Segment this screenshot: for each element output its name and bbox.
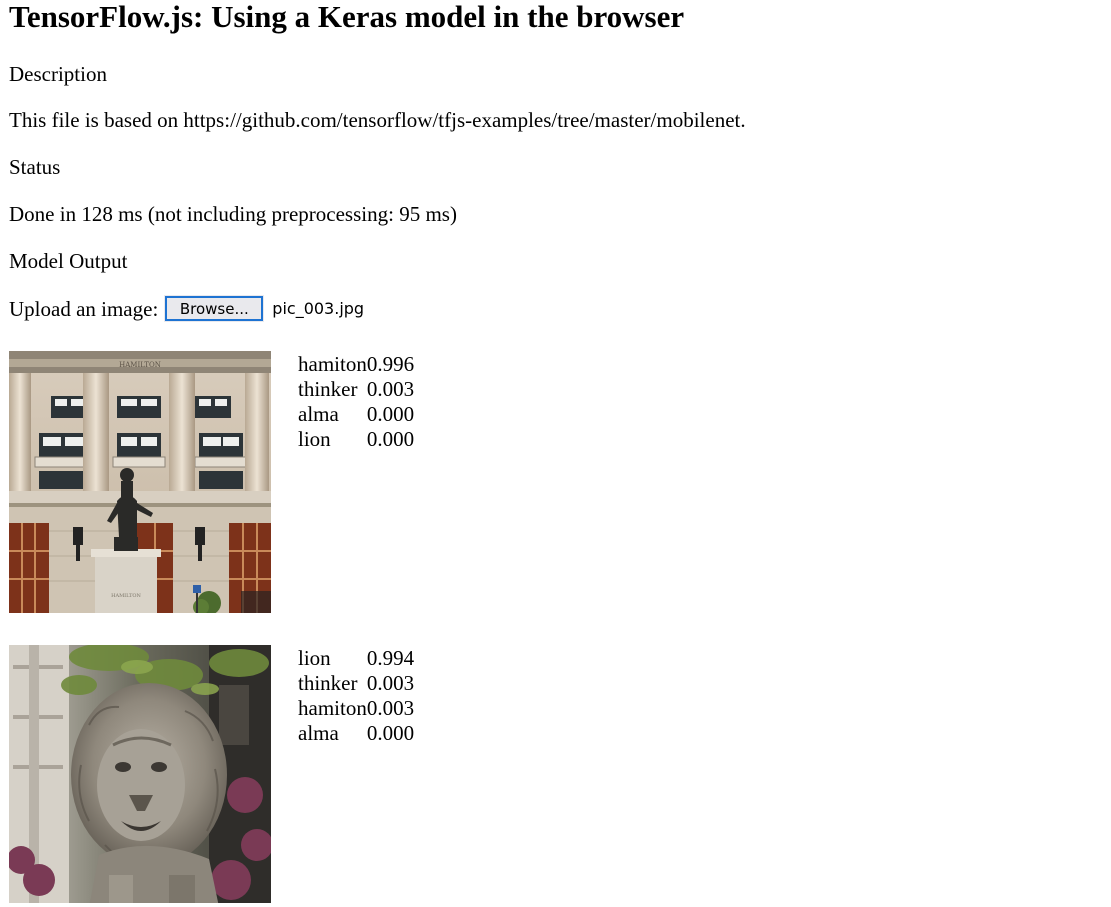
page-title: TensorFlow.js: Using a Keras model in th… bbox=[9, 0, 685, 34]
lion-statue-photo-icon bbox=[9, 645, 271, 903]
lion-statue-image bbox=[9, 645, 271, 903]
prediction-label: thinker bbox=[298, 671, 358, 695]
prediction-label: hamiton bbox=[298, 696, 367, 720]
prediction-row: alma 0.000 bbox=[298, 721, 414, 746]
status-text: Done in 128 ms (not including preprocess… bbox=[9, 202, 457, 226]
prediction-score: 0.996 bbox=[366, 352, 415, 376]
model-output-heading: Model Output bbox=[9, 249, 128, 273]
predictions-table: hamiton 0.996 thinker 0.003 alma 0.000 lion… bbox=[298, 352, 414, 452]
prediction-score: 0.003 bbox=[366, 377, 415, 401]
description-text: This file is based on https://github.com… bbox=[9, 108, 746, 132]
prediction-row: hamiton 0.996 bbox=[298, 352, 414, 377]
prediction-row: thinker 0.003 bbox=[298, 377, 414, 402]
browse-button[interactable]: Browse... bbox=[164, 295, 265, 322]
prediction-row: lion 0.994 bbox=[298, 646, 414, 671]
prediction-score: 0.000 bbox=[366, 402, 415, 426]
prediction-label: thinker bbox=[298, 377, 358, 401]
prediction-row: thinker 0.003 bbox=[298, 671, 414, 696]
prediction-label: lion bbox=[298, 646, 331, 670]
result-item: lion 0.994 thinker 0.003 hamiton 0.003 alma… bbox=[9, 645, 414, 907]
predictions-table: lion 0.994 thinker 0.003 hamiton 0.003 alma… bbox=[298, 646, 414, 746]
hamilton-statue-photo-icon: HAMILTON HAMILTON bbox=[9, 351, 271, 613]
hamilton-statue-image: HAMILTON HAMILTON bbox=[9, 351, 271, 613]
selected-file-name: pic_003.jpg bbox=[272, 298, 365, 318]
prediction-score: 0.994 bbox=[366, 646, 415, 670]
prediction-row: lion 0.000 bbox=[298, 427, 414, 452]
description-heading: Description bbox=[9, 62, 107, 86]
prediction-label: alma bbox=[298, 402, 339, 426]
prediction-score: 0.003 bbox=[366, 671, 415, 695]
prediction-label: lion bbox=[298, 427, 331, 451]
result-item: HAMILTON HAMILTON hamiton 0.996 thinker … bbox=[9, 351, 414, 613]
prediction-label: hamiton bbox=[298, 352, 367, 376]
prediction-score: 0.000 bbox=[366, 721, 415, 745]
svg-text:HAMILTON: HAMILTON bbox=[111, 593, 141, 599]
prediction-score: 0.003 bbox=[366, 696, 415, 720]
upload-row: Upload an image: Browse... pic_003.jpg bbox=[9, 295, 365, 322]
prediction-score: 0.000 bbox=[366, 427, 415, 451]
page: TensorFlow.js: Using a Keras model in th… bbox=[0, 0, 1111, 903]
status-heading: Status bbox=[9, 155, 61, 179]
prediction-row: hamiton 0.003 bbox=[298, 696, 414, 721]
svg-text:HAMILTON: HAMILTON bbox=[119, 361, 161, 369]
prediction-row: alma 0.000 bbox=[298, 402, 414, 427]
prediction-label: alma bbox=[298, 721, 339, 745]
upload-label: Upload an image: bbox=[9, 296, 159, 321]
